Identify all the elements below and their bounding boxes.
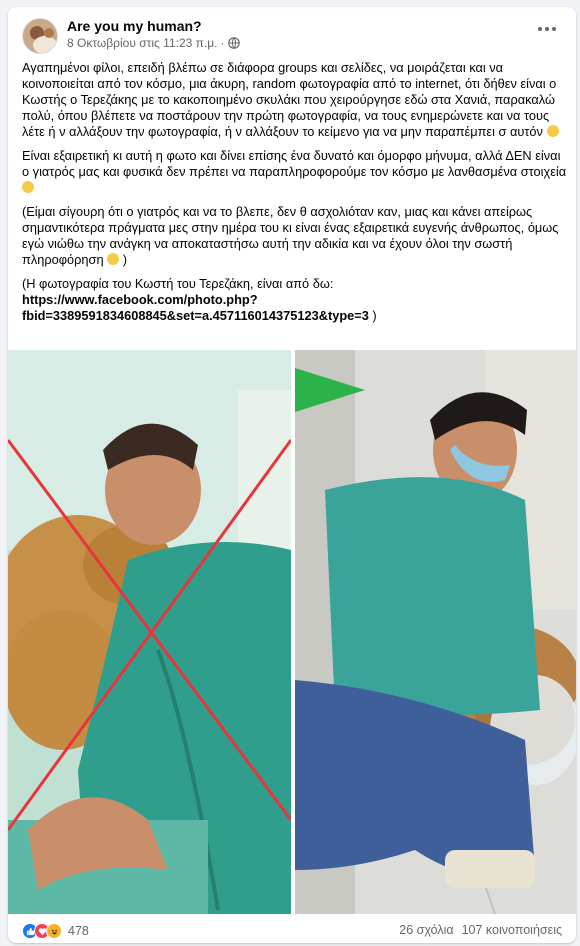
correct-photo[interactable] <box>295 350 576 914</box>
post-header: Are you my human? 8 Οκτωβρίου στις 11:23… <box>8 7 576 57</box>
smile-emoji-icon <box>546 125 559 137</box>
page-name[interactable]: Are you my human? <box>67 18 202 34</box>
incorrect-photo[interactable] <box>8 350 291 914</box>
shares-count[interactable]: 107 κοινοποιήσεις <box>462 923 562 937</box>
reaction-count[interactable]: 478 <box>68 924 89 938</box>
post-text: Αγαπημένοι φίλοι, επειδή βλέπω σε διάφορ… <box>22 60 567 332</box>
source-link[interactable]: https://www.facebook.com/photo.php? <box>22 292 258 307</box>
reactions-summary[interactable]: 478 <box>22 923 89 939</box>
haha-reaction-icon <box>46 923 62 939</box>
post-paragraph: Αγαπημένοι φίλοι, επειδή βλέπω σε διάφορ… <box>22 60 567 140</box>
post-timestamp[interactable]: 8 Οκτωβρίου στις 11:23 π.μ. <box>67 36 218 50</box>
post-paragraph: Είναι εξαιρετική κι αυτή η φωτο και δίνε… <box>22 148 567 196</box>
post-paragraph: (Είμαι σίγουρη ότι ο γιατρός και να το β… <box>22 204 559 267</box>
meta-separator: · <box>220 36 225 50</box>
source-link-continued[interactable]: fbid=3389591834608845&set=a.457116014375… <box>22 308 369 323</box>
post-photos[interactable] <box>8 350 576 914</box>
globe-icon[interactable] <box>227 37 240 49</box>
page-avatar[interactable] <box>22 18 58 54</box>
post-footer: 478 26 σχόλια 107 κοινοποιήσεις <box>8 915 576 943</box>
post-stats: 26 σχόλια 107 κοινοποιήσεις <box>399 923 562 937</box>
more-options-icon[interactable] <box>536 21 558 37</box>
post-card: Are you my human? 8 Οκτωβρίου στις 11:23… <box>8 7 576 943</box>
smile-emoji-icon <box>22 181 34 193</box>
comments-count[interactable]: 26 σχόλια <box>399 923 453 937</box>
post-meta: 8 Οκτωβρίου στις 11:23 π.μ. · <box>67 36 240 50</box>
post-paragraph: (Η φωτογραφία του Κωστή του Τερεζάκη, εί… <box>22 276 377 323</box>
smile-emoji-icon <box>107 253 120 265</box>
